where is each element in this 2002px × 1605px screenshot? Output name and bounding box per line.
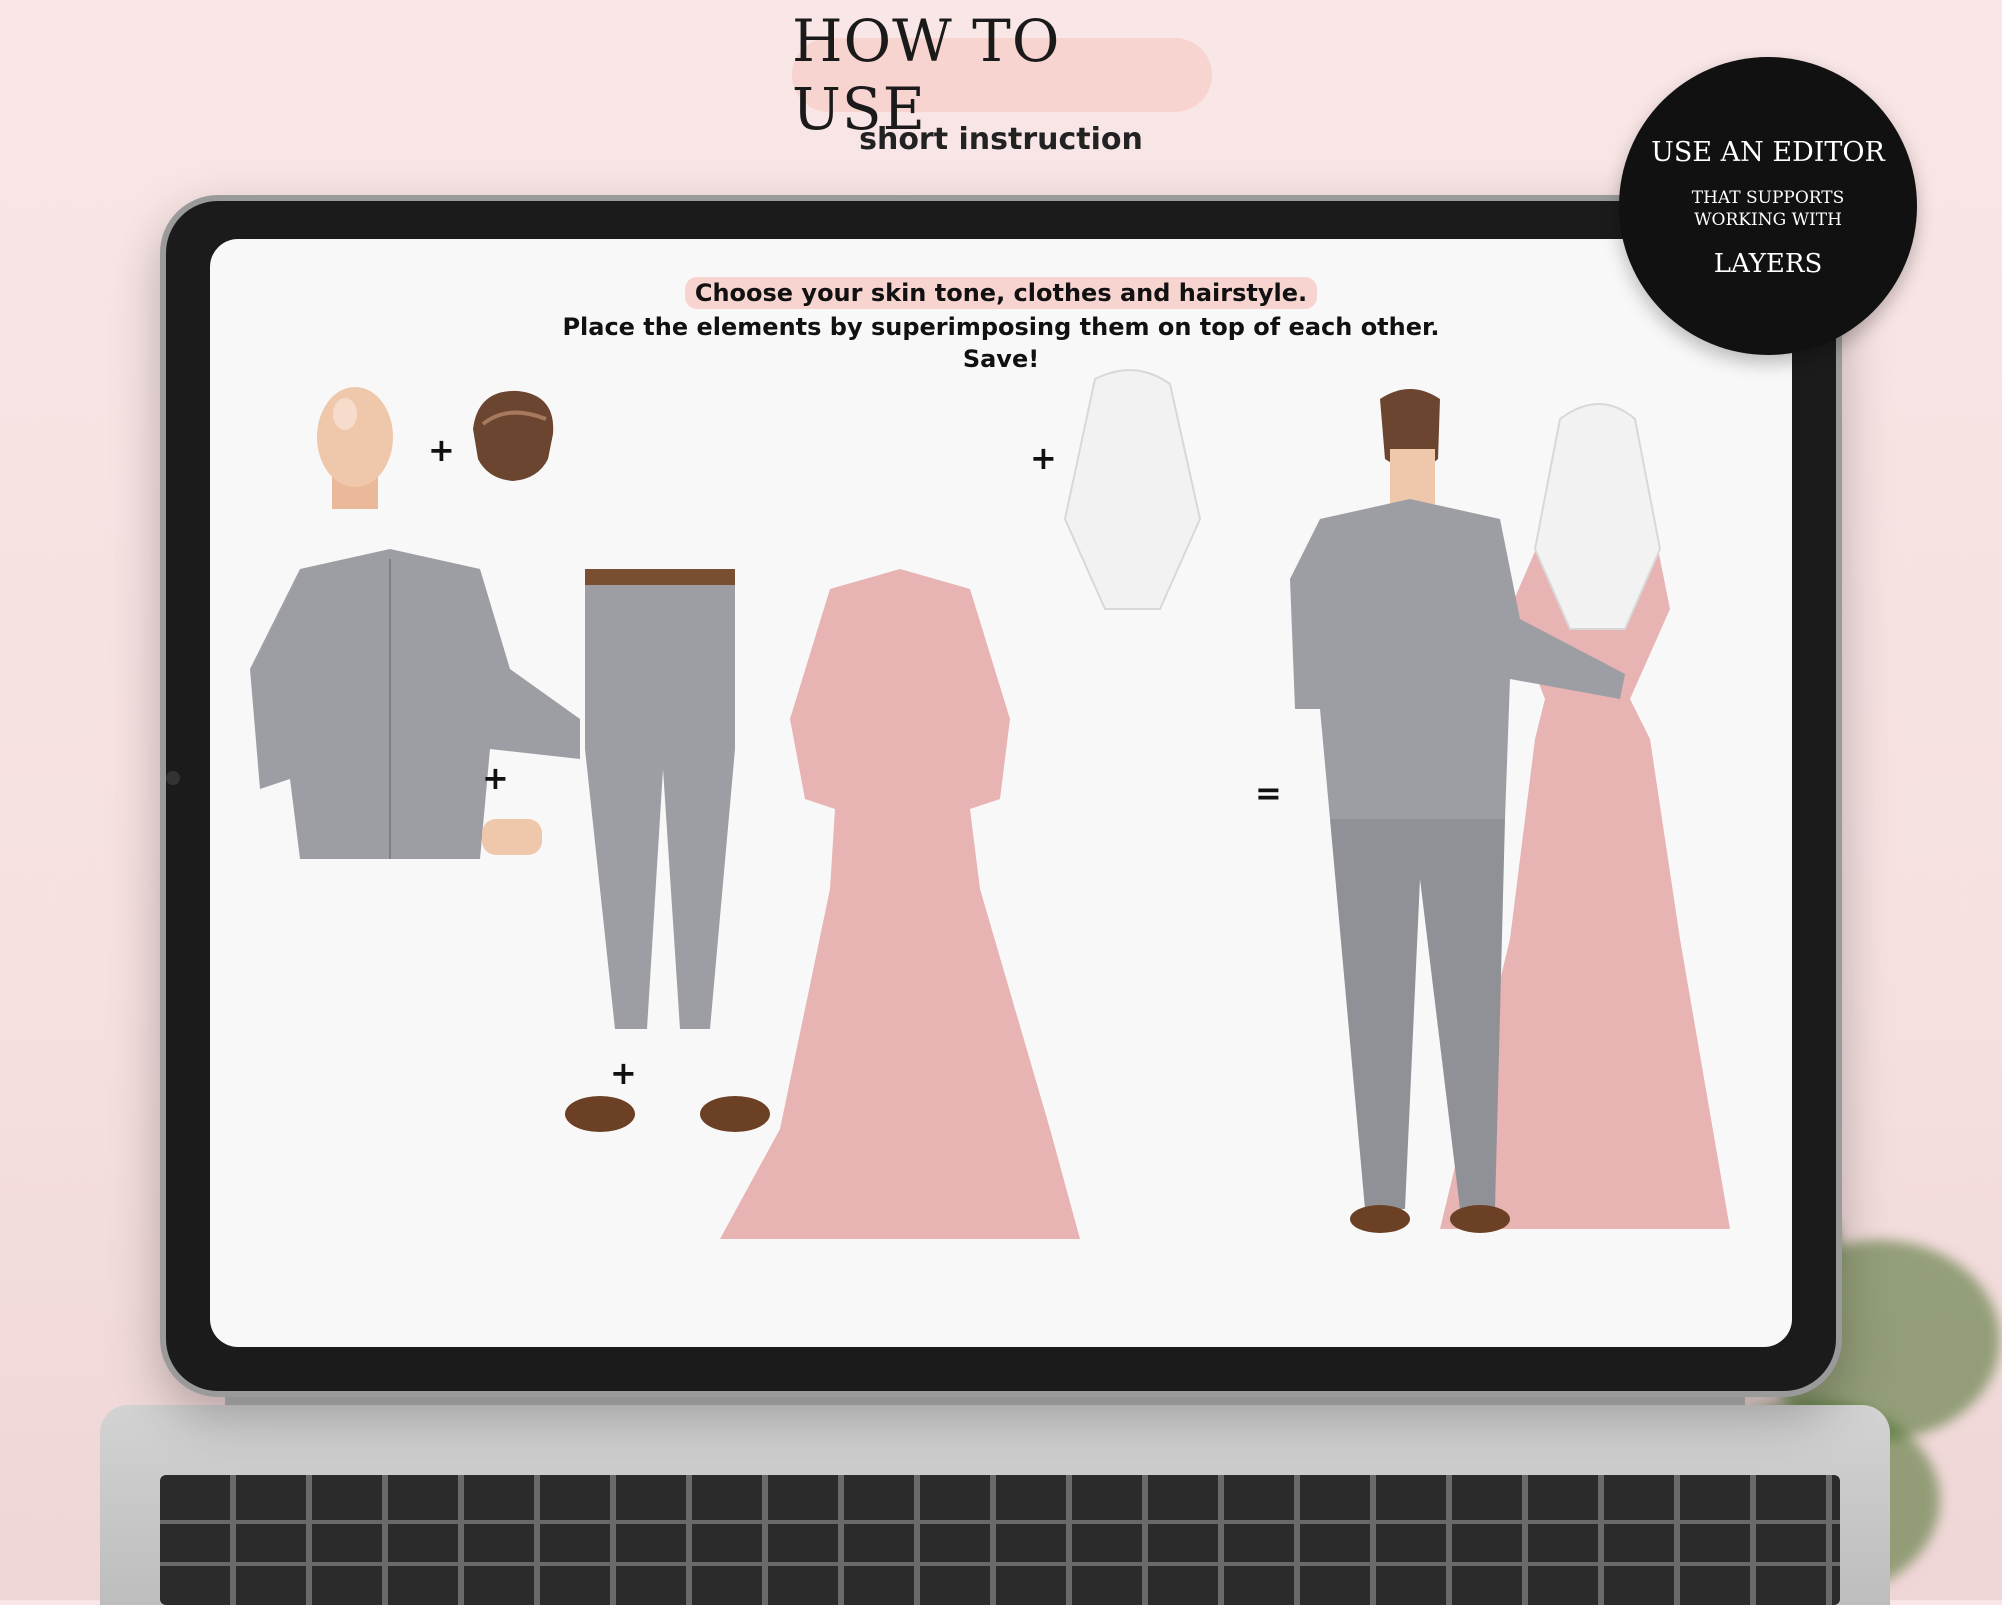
instruction-line-3: Save! [962, 345, 1040, 373]
keyboard-row-divider [160, 1562, 1840, 1566]
badge-line-1: USE AN EDITOR [1651, 137, 1885, 168]
badge-line-4: LAYERS [1713, 249, 1823, 279]
camera-icon [166, 771, 180, 785]
badge-line-2b: WORKING WITH [1694, 210, 1842, 230]
plus-sign: + [482, 759, 509, 797]
hijab-illustration [1063, 369, 1202, 610]
keyboard-row-divider [160, 1520, 1840, 1524]
equals-sign: = [1255, 774, 1282, 812]
editor-tip-badge: USE AN EDITOR THAT SUPPORTS WORKING WITH… [1619, 57, 1917, 355]
keyboard [160, 1475, 1840, 1605]
hair-illustration [473, 390, 554, 481]
plus-sign: + [428, 431, 455, 469]
instruction-line-1: Choose your skin tone, clothes and hairs… [210, 277, 1792, 309]
instruction-highlight: Choose your skin tone, clothes and hairs… [684, 277, 1318, 309]
assembled-couple-illustration [1290, 389, 1730, 1233]
badge-line-2: THAT SUPPORTS WORKING WITH [1619, 187, 1917, 231]
plus-sign: + [1030, 439, 1057, 477]
fist-illustration [482, 819, 542, 855]
dress-illustration [720, 569, 1080, 1239]
instruction-line-2: Place the elements by superimposing them… [562, 313, 1440, 341]
header-pill: HOW TO USE [792, 7, 1212, 143]
badge-line-2a: THAT SUPPORTS [1691, 188, 1845, 208]
bald-head-illustration [317, 387, 393, 509]
tablet-screen: Choose your skin tone, clothes and hairs… [210, 239, 1792, 1347]
tablet-device: Choose your skin tone, clothes and hairs… [160, 195, 1842, 1397]
